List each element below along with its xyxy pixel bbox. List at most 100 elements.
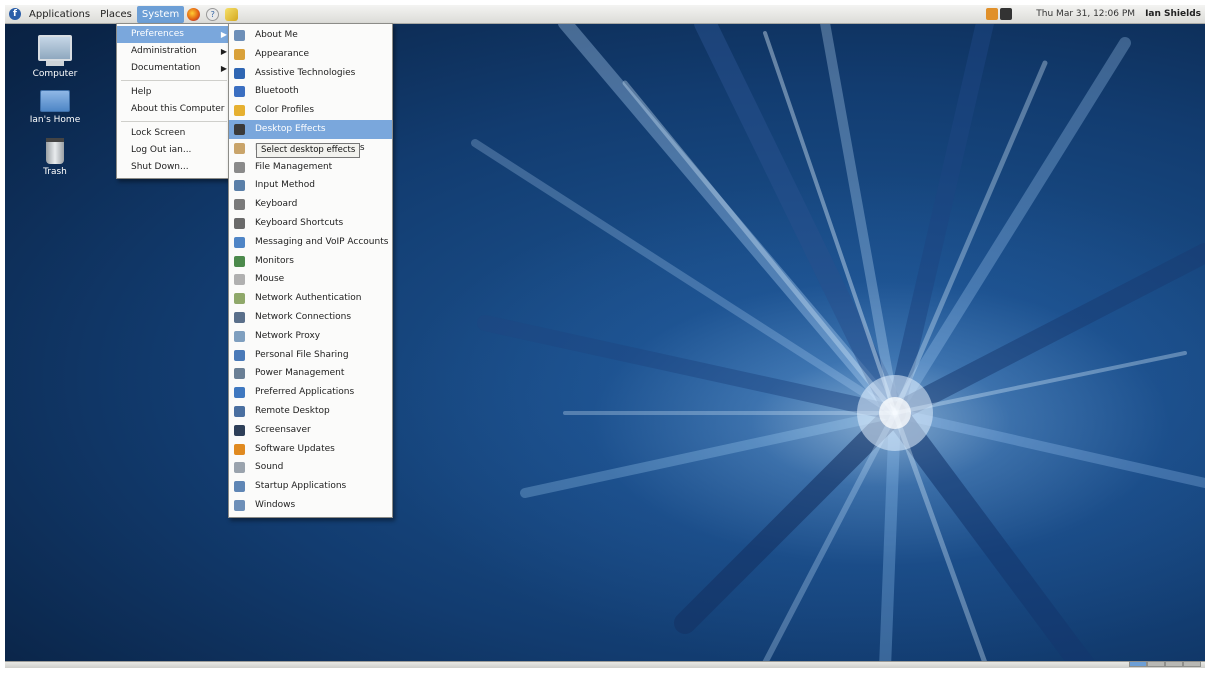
pref-item-label: Color Profiles <box>255 105 315 116</box>
pref-item-sound[interactable]: Sound <box>229 458 392 477</box>
pref-item-label: Assistive Technologies <box>255 67 356 78</box>
system-menu[interactable]: System <box>136 5 185 23</box>
volume-tray-icon[interactable] <box>1000 8 1013 20</box>
pref-item-label: File Management <box>255 161 333 172</box>
pref-item-label: Bluetooth <box>255 86 299 97</box>
workspace-3[interactable] <box>1165 661 1183 667</box>
updates-tray-icon[interactable] <box>986 8 999 20</box>
color-profiles-icon <box>234 105 245 117</box>
help-launcher-icon[interactable]: ? <box>206 7 220 21</box>
menu-item-help[interactable]: Help <box>117 84 231 101</box>
pref-item-keyboard-shortcuts[interactable]: Keyboard Shortcuts <box>229 214 392 233</box>
applications-menu[interactable]: Applications <box>24 6 95 23</box>
desktop-effects-icon <box>234 123 245 135</box>
about-me-icon <box>234 30 245 41</box>
pref-item-label: Windows <box>255 499 296 510</box>
pref-item-label: About Me <box>255 30 298 40</box>
pref-item-bluetooth[interactable]: Bluetooth <box>229 82 392 101</box>
remote-desktop-icon <box>234 405 245 417</box>
workspace-1[interactable] <box>1129 661 1147 667</box>
preferred-apps-icon <box>234 387 245 399</box>
menu-item-shut-down[interactable]: Shut Down... <box>117 159 231 176</box>
pref-item-monitors[interactable]: Monitors <box>229 252 392 271</box>
chevron-right-icon: ▶ <box>220 47 227 56</box>
menu-item-log-out[interactable]: Log Out ian... <box>117 142 231 159</box>
firefox-launcher-icon[interactable] <box>187 7 201 21</box>
pref-item-software-updates[interactable]: Software Updates <box>229 440 392 459</box>
pref-item-file-management[interactable]: File Management <box>229 158 392 177</box>
pref-item-label: Software Updates <box>255 443 335 454</box>
bottom-panel <box>5 661 1205 668</box>
chevron-right-icon: ▶ <box>220 30 227 39</box>
pref-item-label: Keyboard <box>255 199 298 210</box>
pref-item-personal-file-sharing[interactable]: Personal File Sharing <box>229 346 392 365</box>
places-menu[interactable]: Places <box>95 6 137 23</box>
pref-item-about-me[interactable]: About Me <box>229 26 392 45</box>
desktop-icon-label: Computer <box>32 69 78 79</box>
mouse-icon <box>234 274 245 286</box>
appearance-icon <box>234 48 245 60</box>
windows-icon <box>234 499 245 511</box>
menu-item-about-computer[interactable]: About this Computer <box>117 101 231 118</box>
pref-item-color-profiles[interactable]: Color Profiles <box>229 101 392 120</box>
system-dropdown: Preferences ▶ Administration ▶ Documentati… <box>116 23 232 179</box>
menu-item-administration[interactable]: Administration ▶ <box>117 43 231 60</box>
pref-item-startup-applications[interactable]: Startup Applications <box>229 477 392 496</box>
tooltip: Select desktop effects <box>256 143 361 158</box>
panel-tray: Thu Mar 31, 12:06 PM Ian Shields <box>986 5 1201 23</box>
menu-separator <box>121 121 227 122</box>
pref-item-screensaver[interactable]: Screensaver <box>229 421 392 440</box>
workspace-2[interactable] <box>1147 661 1165 667</box>
menu-separator <box>121 80 227 81</box>
pref-item-assistive-technologies[interactable]: Assistive Technologies <box>229 64 392 83</box>
desktop-icon-computer[interactable]: Computer <box>20 35 90 79</box>
power-icon <box>234 368 245 380</box>
pref-item-label: Input Method <box>255 180 315 191</box>
pref-item-power-management[interactable]: Power Management <box>229 364 392 383</box>
sound-icon <box>234 462 245 474</box>
pref-item-network-proxy[interactable]: Network Proxy <box>229 327 392 346</box>
desktop-icon-label: Ian's Home <box>29 115 81 125</box>
user-menu[interactable]: Ian Shields <box>1145 9 1201 19</box>
notes-launcher-icon[interactable] <box>225 7 239 21</box>
pref-item-label: Network Connections <box>255 311 352 322</box>
menu-item-preferences[interactable]: Preferences ▶ <box>117 26 231 43</box>
menu-item-documentation[interactable]: Documentation ▶ <box>117 60 231 77</box>
pref-item-input-method[interactable]: Input Method <box>229 176 392 195</box>
pref-item-label: Sound <box>255 462 284 473</box>
pref-item-messaging-and-voip-accounts[interactable]: Messaging and VoIP Accounts <box>229 233 392 252</box>
input-method-icon <box>234 180 245 192</box>
keyboard-shortcuts-icon <box>234 217 245 229</box>
messaging-icon <box>234 236 245 248</box>
desktop-icon-home[interactable]: Ian's Home <box>20 90 90 125</box>
pref-item-mouse[interactable]: Mouse <box>229 270 392 289</box>
pref-item-network-connections[interactable]: Network Connections <box>229 308 392 327</box>
pref-item-windows[interactable]: Windows <box>229 496 392 515</box>
network-auth-icon <box>234 293 245 305</box>
workspace-4[interactable] <box>1183 661 1201 667</box>
pref-item-label: Messaging and VoIP Accounts <box>255 236 389 247</box>
panel-clock[interactable]: Thu Mar 31, 12:06 PM <box>1036 9 1135 19</box>
file-management-icon <box>234 161 245 173</box>
pref-item-appearance[interactable]: Appearance <box>229 45 392 64</box>
pref-item-remote-desktop[interactable]: Remote Desktop <box>229 402 392 421</box>
pref-item-label: Screensaver <box>255 424 311 435</box>
menu-item-lock-screen[interactable]: Lock Screen <box>117 125 231 142</box>
chevron-right-icon: ▶ <box>220 64 227 73</box>
pref-item-label: Desktop Effects <box>255 123 326 134</box>
software-updates-icon <box>234 443 245 455</box>
pref-item-keyboard[interactable]: Keyboard <box>229 195 392 214</box>
desktop-icon-label: Trash <box>43 167 67 177</box>
keyboard-icon <box>234 199 245 211</box>
network-proxy-icon <box>234 330 245 342</box>
pref-item-network-authentication[interactable]: Network Authentication <box>229 289 392 308</box>
fedora-logo-icon[interactable]: f <box>9 8 21 20</box>
pref-item-label: Network Authentication <box>255 293 362 304</box>
pref-item-desktop-effects[interactable]: Desktop Effects <box>229 119 392 139</box>
pref-item-label: Mouse <box>255 274 285 285</box>
screensaver-icon <box>234 424 245 436</box>
desktop-icon-trash[interactable]: Trash <box>20 138 90 177</box>
pref-item-preferred-applications[interactable]: Preferred Applications <box>229 383 392 402</box>
pref-item-label: Network Proxy <box>255 330 321 341</box>
top-panel: f Applications Places System ? Thu Mar 3… <box>5 5 1205 24</box>
